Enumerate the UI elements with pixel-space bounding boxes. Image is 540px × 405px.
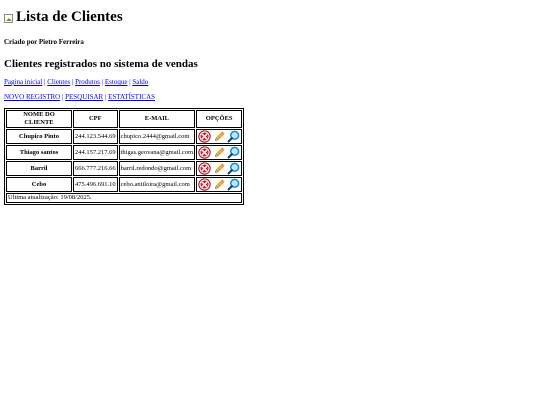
client-name: Barril	[6, 161, 72, 176]
client-email: chupico.2444@gmail.com	[118, 129, 196, 144]
client-cpf: 244.157.217.69	[73, 145, 118, 160]
client-cpf: 475.496.691.10	[73, 177, 118, 192]
client-email: cebo.antiloira@gmail.com	[118, 177, 196, 192]
client-name: Chupico Pinto	[6, 129, 72, 144]
pencil-icon[interactable]	[213, 162, 226, 175]
delete-icon[interactable]	[198, 130, 211, 143]
row-options	[196, 161, 243, 176]
table-row: Thiago santos 244.157.217.69 thigas.geov…	[6, 145, 243, 160]
clients-table: NOME DO CLIENTE CPF E-MAIL OPÇÕES Chupic…	[4, 108, 245, 205]
header-client-name: NOME DO CLIENTE	[6, 110, 72, 128]
pencil-icon[interactable]	[213, 146, 226, 159]
header-options: OPÇÕES	[196, 110, 243, 128]
page-title: Lista de Clientes	[16, 9, 123, 25]
nav-link-clients[interactable]: Clientes	[47, 78, 70, 86]
nav-links: Pagina inicial | Clientes | Produtos | E…	[4, 78, 540, 87]
client-name: Thiago santos	[6, 145, 72, 160]
broken-image-icon	[4, 14, 13, 23]
new-record-link[interactable]: NOVO REGISTRO	[4, 93, 60, 101]
title-row: Lista de Clientes	[4, 8, 540, 26]
page: Lista de Clientes Criado por Pietro Ferr…	[0, 0, 540, 205]
client-email: barril.redondo@gmail.com	[118, 161, 196, 176]
table-header-row: NOME DO CLIENTE CPF E-MAIL OPÇÕES	[6, 110, 243, 128]
pencil-icon[interactable]	[213, 178, 226, 191]
nav-link-balance[interactable]: Saldo	[132, 78, 148, 86]
nav-link-stock[interactable]: Estoque	[105, 78, 128, 86]
client-cpf: 666.777.216.66	[73, 161, 118, 176]
page-subtitle: Clientes registrados no sistema de venda…	[4, 58, 198, 70]
table-row: Chupico Pinto 244.123.544.69 chupico.244…	[6, 129, 243, 144]
search-link[interactable]: PESQUISAR	[65, 93, 103, 101]
magnifier-icon[interactable]	[227, 146, 240, 159]
row-options	[196, 145, 243, 160]
header-cpf: CPF	[73, 110, 118, 128]
nav-link-products[interactable]: Produtos	[75, 78, 100, 86]
statistics-link[interactable]: ESTATÍSTICAS	[108, 93, 155, 101]
nav-link-home[interactable]: Pagina inicial	[4, 78, 42, 86]
client-email: thigas.geovana@gmail.com	[118, 145, 196, 160]
action-links: NOVO REGISTRO | PESQUISAR | ESTATÍSTICAS	[4, 93, 540, 102]
author-credit: Criado por Pietro Ferreira	[4, 38, 84, 46]
last-update: Última atualização: 19/08/2025.	[6, 193, 243, 203]
magnifier-icon[interactable]	[227, 162, 240, 175]
delete-icon[interactable]	[198, 162, 211, 175]
magnifier-icon[interactable]	[227, 178, 240, 191]
table-row: Barril 666.777.216.66 barril.redondo@gma…	[6, 161, 243, 176]
table-footer-row: Última atualização: 19/08/2025.	[6, 193, 243, 203]
client-name: Cebo	[6, 177, 72, 192]
delete-icon[interactable]	[198, 178, 211, 191]
table-row: Cebo 475.496.691.10 cebo.antiloira@gmail…	[6, 177, 243, 192]
client-cpf: 244.123.544.69	[73, 129, 118, 144]
pencil-icon[interactable]	[213, 130, 226, 143]
delete-icon[interactable]	[198, 146, 211, 159]
row-options	[196, 177, 243, 192]
row-options	[196, 129, 243, 144]
header-email: E-MAIL	[118, 110, 196, 128]
magnifier-icon[interactable]	[227, 130, 240, 143]
